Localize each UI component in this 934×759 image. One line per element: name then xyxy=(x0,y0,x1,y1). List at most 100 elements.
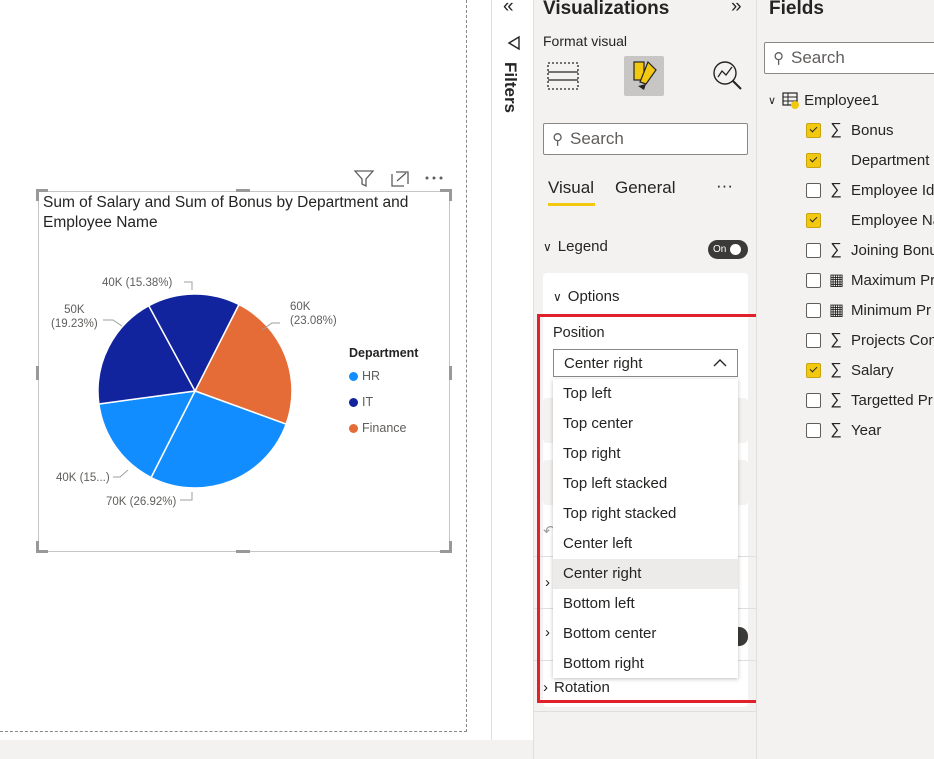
funnel-icon xyxy=(507,35,520,51)
more-options-icon[interactable] xyxy=(423,170,445,186)
legend-label: Finance xyxy=(362,421,407,435)
pane-title: Fields xyxy=(769,0,824,19)
field-minimum[interactable]: ▦ Minimum Pr xyxy=(806,295,934,325)
pane-title: Visualizations xyxy=(543,0,670,19)
checkbox[interactable] xyxy=(806,302,821,318)
legend-label: IT xyxy=(362,395,374,409)
checkbox[interactable] xyxy=(806,272,821,288)
chevron-down-icon: ∨ xyxy=(553,289,562,304)
field-targetted[interactable]: ∑ Targetted Pr xyxy=(806,385,934,415)
checkbox[interactable] xyxy=(806,242,821,258)
data-label: 40K (15.38%) xyxy=(102,277,173,289)
expand-chevron-icon[interactable]: « xyxy=(503,0,514,18)
field-employee-name[interactable]: Employee Name xyxy=(806,205,934,235)
sigma-icon: ∑ xyxy=(830,361,842,378)
sigma-icon: ∑ xyxy=(830,331,842,348)
filter-icon[interactable] xyxy=(353,169,375,189)
search-icon: ⚲ xyxy=(552,131,563,148)
data-label: 50K (19.23%) xyxy=(51,303,98,331)
resize-handle[interactable] xyxy=(449,541,452,553)
legend-item-hr[interactable]: HR xyxy=(349,369,380,383)
table-name: Employee1 xyxy=(804,91,880,109)
chevron-down-icon: ∨ xyxy=(768,94,777,107)
legend-section-label: Legend xyxy=(557,238,608,255)
resize-handle[interactable] xyxy=(36,189,39,201)
resize-handle[interactable] xyxy=(236,189,250,192)
sigma-icon: ∑ xyxy=(830,421,842,438)
filters-label[interactable]: Filters xyxy=(500,62,520,113)
checkbox[interactable] xyxy=(806,182,821,198)
field-label: Employee Id xyxy=(851,181,934,199)
build-visual-icon[interactable] xyxy=(546,60,580,92)
legend-title: Department xyxy=(349,346,419,360)
table-node-employee1[interactable]: ∨ Employee1 xyxy=(768,85,879,115)
tab-visual[interactable]: Visual xyxy=(548,178,594,198)
search-placeholder: Search xyxy=(570,129,624,148)
field-salary[interactable]: ∑ Salary xyxy=(806,355,934,385)
analytics-icon[interactable] xyxy=(710,58,744,92)
resize-handle[interactable] xyxy=(36,541,39,553)
field-projects[interactable]: ∑ Projects Con xyxy=(806,325,934,355)
data-label: 60K (23.08%) xyxy=(290,300,337,328)
legend-dot xyxy=(349,371,358,381)
field-label: Salary xyxy=(851,361,894,379)
divider xyxy=(533,711,756,712)
calculator-icon: ▦ xyxy=(829,302,845,319)
highlight-annotation xyxy=(537,314,762,703)
legend-toggle[interactable]: On xyxy=(708,240,748,259)
resize-handle[interactable] xyxy=(36,366,39,380)
checkbox-checked[interactable] xyxy=(806,362,821,378)
fields-search-input[interactable]: ⚲ Search xyxy=(764,42,934,74)
search-icon: ⚲ xyxy=(773,50,784,67)
resize-handle[interactable] xyxy=(449,189,452,201)
search-placeholder: Search xyxy=(791,48,845,67)
checkbox[interactable] xyxy=(806,332,821,348)
focus-mode-icon[interactable] xyxy=(389,169,411,189)
page-tabs-bar xyxy=(0,740,534,759)
calculator-icon: ▦ xyxy=(829,272,845,289)
tab-general[interactable]: General xyxy=(615,178,675,198)
toggle-knob xyxy=(730,244,742,255)
table-icon xyxy=(782,92,800,109)
checkbox-checked[interactable] xyxy=(806,212,821,228)
resize-handle[interactable] xyxy=(236,550,250,553)
checkbox-checked[interactable] xyxy=(806,122,821,138)
legend-section-header[interactable]: ∨ Legend xyxy=(543,238,608,255)
more-options-button[interactable]: ··· xyxy=(716,176,733,196)
checkbox-checked[interactable] xyxy=(806,152,821,168)
field-year[interactable]: ∑ Year xyxy=(806,415,934,445)
data-label-value: 60K xyxy=(290,301,311,313)
field-label: Department xyxy=(851,151,930,169)
paintbrush-icon xyxy=(633,60,657,90)
checkbox[interactable] xyxy=(806,392,821,408)
legend-dot xyxy=(349,397,358,407)
collapse-chevron-icon[interactable]: » xyxy=(731,0,742,18)
field-employee-id[interactable]: ∑ Employee Id xyxy=(806,175,934,205)
field-label: Joining Bonus xyxy=(851,241,934,259)
label-leader-lines xyxy=(103,281,280,501)
field-bonus[interactable]: ∑ Bonus xyxy=(806,115,934,145)
field-label: Bonus xyxy=(851,121,894,139)
data-label: 70K (26.92%) xyxy=(106,496,177,508)
format-search-input[interactable]: ⚲ Search xyxy=(543,123,748,155)
sigma-icon: ∑ xyxy=(830,241,842,258)
legend-item-it[interactable]: IT xyxy=(349,395,373,409)
field-label: Employee Name xyxy=(851,211,934,229)
field-label: Targetted Pr xyxy=(851,391,933,409)
options-section-header[interactable]: ∨ Options xyxy=(553,288,620,305)
data-label: 40K (15...) xyxy=(56,472,110,484)
chevron-down-icon: ∨ xyxy=(543,239,552,254)
tab-visual-underline xyxy=(548,203,595,206)
legend-item-finance[interactable]: Finance xyxy=(349,421,406,435)
chart-title: Sum of Salary and Sum of Bonus by Depart… xyxy=(43,194,409,231)
legend-dot xyxy=(349,423,358,433)
field-label: Year xyxy=(851,421,882,439)
fields-list: ∑ Bonus Department ∑ Employee Id Employee … xyxy=(806,115,934,445)
field-maximum[interactable]: ▦ Maximum Pr xyxy=(806,265,934,295)
field-label: Minimum Pr xyxy=(851,301,932,319)
field-department[interactable]: Department xyxy=(806,145,934,175)
field-joining-bonus[interactable]: ∑ Joining Bonus xyxy=(806,235,934,265)
resize-handle[interactable] xyxy=(449,366,452,380)
data-label-percent: (23.08%) xyxy=(290,315,337,327)
checkbox[interactable] xyxy=(806,422,821,438)
